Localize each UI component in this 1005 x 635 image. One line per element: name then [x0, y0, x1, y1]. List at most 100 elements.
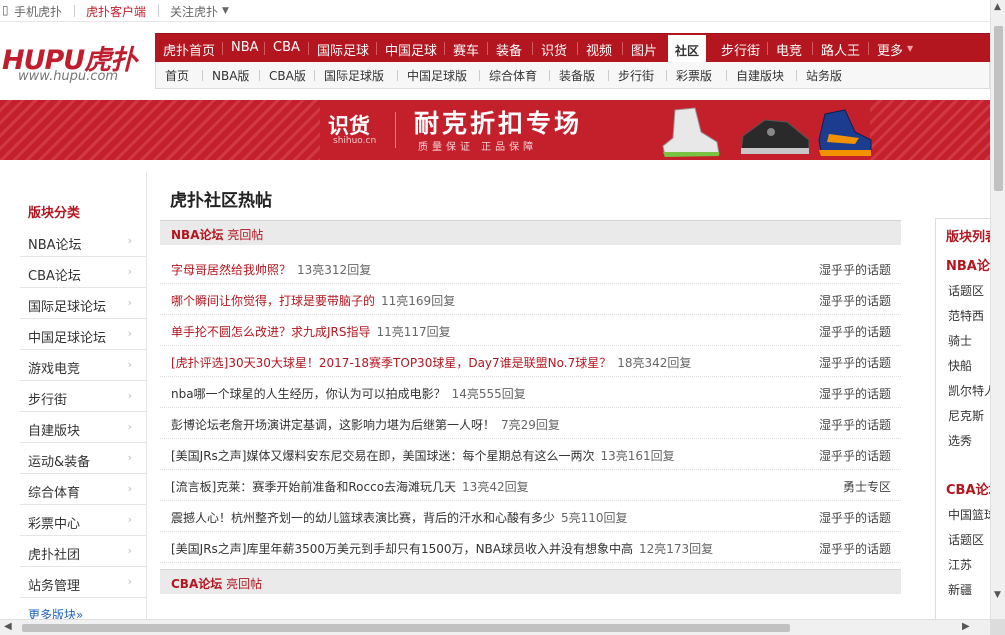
post-row: 彭博论坛老詹开场演讲定基调，这影响力堪为后继第一人呀！ 7亮29回复 湿乎乎的话题 [160, 408, 901, 439]
sidebar-item[interactable]: 自建版块 › [20, 412, 146, 443]
chevron-right-icon: › [127, 389, 132, 402]
main-nav-item-community[interactable]: 社区 [668, 33, 706, 63]
sidebar-item[interactable]: 游戏电竞 › [20, 350, 146, 381]
sidebar-item[interactable]: CBA论坛 › [20, 257, 146, 288]
post-title-link[interactable]: 字母哥居然给我帅照？ [171, 263, 291, 277]
post-source-link[interactable]: 湿乎乎的话题 [819, 540, 891, 557]
main-nav-item[interactable]: 装备 [496, 40, 522, 59]
post-title-link[interactable]: [美国JRs之声]媒体又爆料安东尼交易在即，美国球迷：每个星期总有这么一两次 [171, 449, 595, 463]
post-source-link[interactable]: 湿乎乎的话题 [819, 292, 891, 309]
post-title-link[interactable]: [流言板]克莱：赛季开始前准备和Rocco去海滩玩几天 [171, 480, 456, 494]
sidebar-item[interactable]: 中国足球论坛 › [20, 319, 146, 350]
subnav-divider [666, 70, 667, 81]
board-link[interactable]: 范特西 [948, 307, 984, 324]
board-link[interactable]: 话题区 [948, 531, 984, 548]
post-source-link[interactable]: 湿乎乎的话题 [819, 323, 891, 340]
board-link[interactable]: 快船 [948, 357, 972, 374]
post-title-link[interactable]: [虎扑评选]30天30大球星！2017-18赛季TOP30球星，Day7谁是联盟… [171, 356, 611, 370]
sub-nav-item[interactable]: 国际足球版 [324, 67, 384, 84]
banner-stripes [870, 100, 990, 160]
sub-nav-item[interactable]: 自建版块 [736, 67, 784, 84]
sidebar-item[interactable]: 站务管理 › [20, 567, 146, 598]
post-source-link[interactable]: 湿乎乎的话题 [819, 416, 891, 433]
post-title-link[interactable]: 哪个瞬间让你觉得，打球是要带脑子的 [171, 294, 375, 308]
subnav-divider [608, 70, 609, 81]
post-row: 震撼人心！杭州整齐划一的幼儿篮球表演比赛，背后的汗水和心酸有多少 5亮110回复 湿… [160, 501, 901, 532]
main-nav-item[interactable]: 步行街 [721, 40, 760, 59]
sidebar-item[interactable]: NBA论坛 › [20, 226, 146, 257]
post-source-link[interactable]: 湿乎乎的话题 [819, 354, 891, 371]
main-nav-item[interactable]: CBA [273, 40, 300, 55]
black-sneaker-image [740, 119, 810, 154]
post-title-link[interactable]: nba哪一个球星的人生经历，你认为可以拍成电影？ [171, 387, 446, 401]
banner-brand-url: shihuo.cn [333, 136, 377, 146]
shihuo-banner[interactable]: 识货 shihuo.cn 耐克折扣专场 质量保证 正品保障 [0, 100, 990, 160]
scroll-right-icon[interactable]: ▶ [962, 621, 970, 632]
board-link[interactable]: 选秀 [948, 432, 972, 449]
main-nav-item[interactable]: 虎扑首页 [163, 40, 215, 59]
sidebar-item-label: 游戏电竞 [28, 362, 81, 377]
sub-nav-item[interactable]: 装备版 [559, 67, 595, 84]
scroll-thumb[interactable] [22, 624, 790, 632]
sub-nav: 首页 NBA版 CBA版 国际足球版 中国足球版 综合体育 装备版 步行街 彩票版 自建版块 站务版 [155, 62, 990, 89]
main-nav-item[interactable]: 图片 [631, 40, 657, 59]
scroll-thumb[interactable] [994, 26, 1003, 191]
vertical-scrollbar[interactable]: ▲ ▼ [990, 0, 1005, 619]
post-title-link[interactable]: 彭博论坛老詹开场演讲定基调，这影响力堪为后继第一人呀！ [171, 418, 495, 432]
section-header: CBA论坛 亮回帖 [160, 569, 901, 594]
hupu-logo[interactable]: HUPU虎扑 www.hupu.com [2, 38, 152, 90]
board-link[interactable]: 新疆 [948, 581, 972, 598]
sub-nav-item[interactable]: 站务版 [806, 67, 842, 84]
section-forum-link[interactable]: CBA论坛 [171, 577, 222, 591]
sidebar-item[interactable]: 彩票中心 › [20, 505, 146, 536]
sidebar-item[interactable]: 步行街 › [20, 381, 146, 412]
sub-nav-item[interactable]: 彩票版 [676, 67, 712, 84]
board-link[interactable]: 江苏 [948, 556, 972, 573]
scroll-up-icon[interactable]: ▲ [994, 2, 1001, 12]
post-title-link[interactable]: 单手抡不圆怎么改进？求九成JRS指导 [171, 325, 371, 339]
main-nav-item[interactable]: NBA [231, 40, 259, 55]
main-nav-item[interactable]: 更多 [877, 40, 903, 59]
board-link[interactable]: 凯尔特人 [948, 382, 996, 399]
main-nav-item[interactable]: 路人王 [821, 40, 860, 59]
post-source-link[interactable]: 湿乎乎的话题 [819, 261, 891, 278]
sidebar-item[interactable]: 国际足球论坛 › [20, 288, 146, 319]
sub-nav-item[interactable]: CBA版 [269, 67, 306, 84]
main-nav-item[interactable]: 国际足球 [317, 40, 369, 59]
sub-nav-item[interactable]: 步行街 [618, 67, 654, 84]
post-source-link[interactable]: 湿乎乎的话题 [819, 385, 891, 402]
post-source-link[interactable]: 湿乎乎的话题 [819, 447, 891, 464]
banner-stripes [0, 100, 320, 160]
board-link[interactable]: 中国篮球 [948, 506, 996, 523]
mobile-hupu-link[interactable]: 手机虎扑 [14, 3, 62, 20]
post-title-line: 哪个瞬间让你觉得，打球是要带脑子的 11亮169回复 [171, 292, 455, 309]
sub-nav-item[interactable]: 首页 [165, 67, 189, 84]
scroll-left-icon[interactable]: ◀ [4, 621, 12, 632]
sidebar-item[interactable]: 虎扑社团 › [20, 536, 146, 567]
client-link[interactable]: 虎扑客户端 [86, 3, 146, 20]
main-nav-item[interactable]: 中国足球 [385, 40, 437, 59]
post-meta: 5亮110回复 [561, 511, 628, 525]
main-nav-item[interactable]: 视频 [586, 40, 612, 59]
sub-nav-item[interactable]: 中国足球版 [407, 67, 467, 84]
post-source-link[interactable]: 勇士专区 [843, 478, 891, 495]
main-nav-item[interactable]: 赛车 [453, 40, 479, 59]
main-nav-item[interactable]: 电竞 [776, 40, 802, 59]
scroll-down-icon[interactable]: ▼ [994, 590, 1001, 600]
sidebar-item[interactable]: 综合体育 › [20, 474, 146, 505]
post-title-line: [流言板]克莱：赛季开始前准备和Rocco去海滩玩几天 13亮42回复 [171, 478, 529, 495]
board-link[interactable]: 尼克斯 [948, 407, 984, 424]
sub-nav-item[interactable]: 综合体育 [489, 67, 537, 84]
follow-hupu-link[interactable]: 关注虎扑 [170, 3, 218, 20]
post-title-link[interactable]: [美国JRs之声]库里年薪3500万美元到手却只有1500万，NBA球员收入并没… [171, 542, 633, 556]
section-forum-link[interactable]: NBA论坛 [171, 228, 223, 242]
board-link[interactable]: 话题区 [948, 282, 984, 299]
board-link[interactable]: 骑士 [948, 332, 972, 349]
post-title-link[interactable]: 震撼人心！杭州整齐划一的幼儿篮球表演比赛，背后的汗水和心酸有多少 [171, 511, 555, 525]
sub-nav-item[interactable]: NBA版 [212, 67, 249, 84]
main-nav-item[interactable]: 识货 [541, 40, 567, 59]
post-source-link[interactable]: 湿乎乎的话题 [819, 509, 891, 526]
sidebar-item[interactable]: 运动&装备 › [20, 443, 146, 474]
subnav-divider [314, 70, 315, 81]
horizontal-scrollbar[interactable]: ◀ ▶ [0, 619, 990, 635]
